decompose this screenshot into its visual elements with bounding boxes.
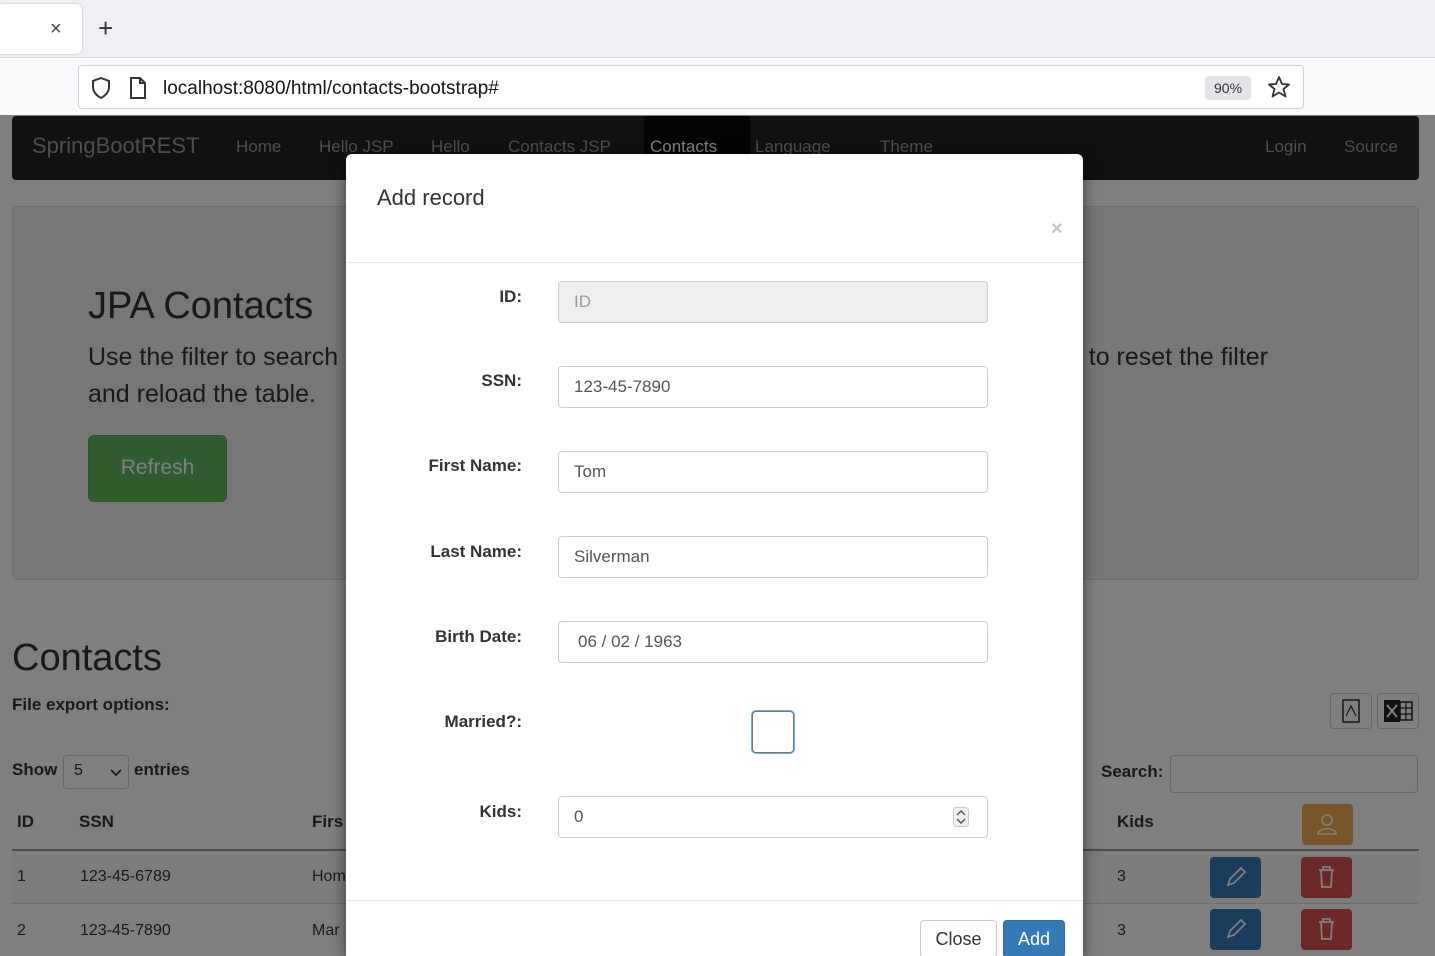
new-tab-icon[interactable]: + <box>98 14 113 42</box>
kids-field[interactable]: 0 <box>558 796 988 838</box>
first-name-label: First Name: <box>428 456 522 475</box>
id-field-placeholder: ID <box>574 292 591 311</box>
last-name-label: Last Name: <box>430 542 522 561</box>
add-button[interactable]: Add <box>1003 920 1065 956</box>
shield-icon[interactable] <box>91 77 111 99</box>
modal-title: Add record <box>377 185 485 210</box>
modal-footer-divider <box>346 900 1083 901</box>
married-checkbox[interactable] <box>752 711 794 753</box>
bookmark-star-icon[interactable] <box>1267 75 1291 99</box>
browser-tab[interactable]: × <box>0 4 82 54</box>
browser-tab-bar: × + <box>0 0 1435 58</box>
url-text[interactable]: localhost:8080/html/contacts-bootstrap# <box>163 78 499 100</box>
modal-header-divider <box>346 262 1083 263</box>
browser-toolbar: localhost:8080/html/contacts-bootstrap# … <box>0 59 1435 115</box>
ssn-field-value: 123-45-7890 <box>574 377 671 396</box>
last-name-field-value: Silverman <box>574 547 650 566</box>
first-name-field-value: Tom <box>574 462 607 481</box>
number-spinner-icon[interactable] <box>953 807 969 827</box>
birth-date-field[interactable]: 06 / 02 / 1963 <box>558 621 988 663</box>
zoom-level-badge[interactable]: 90% <box>1205 76 1252 100</box>
id-label: ID: <box>499 287 522 306</box>
close-button[interactable]: Close <box>920 920 997 956</box>
kids-field-value: 0 <box>574 807 584 826</box>
first-name-field[interactable]: Tom <box>558 451 988 493</box>
tab-close-icon[interactable]: × <box>50 19 62 39</box>
kids-label: Kids: <box>479 802 523 821</box>
married-label: Married?: <box>444 712 522 731</box>
ssn-label: SSN: <box>481 371 522 390</box>
page-icon <box>130 77 146 99</box>
birth-date-field-value: 06 / 02 / 1963 <box>578 632 682 651</box>
close-icon[interactable]: × <box>1051 218 1063 241</box>
ssn-field[interactable]: 123-45-7890 <box>558 366 988 408</box>
last-name-field[interactable]: Silverman <box>558 536 988 578</box>
id-field: ID <box>558 281 988 323</box>
url-bar[interactable]: localhost:8080/html/contacts-bootstrap# … <box>78 65 1304 109</box>
birth-date-label: Birth Date: <box>435 627 522 646</box>
add-record-modal: Add record × ID: ID SSN: 123-45-7890 Fir… <box>346 154 1083 956</box>
